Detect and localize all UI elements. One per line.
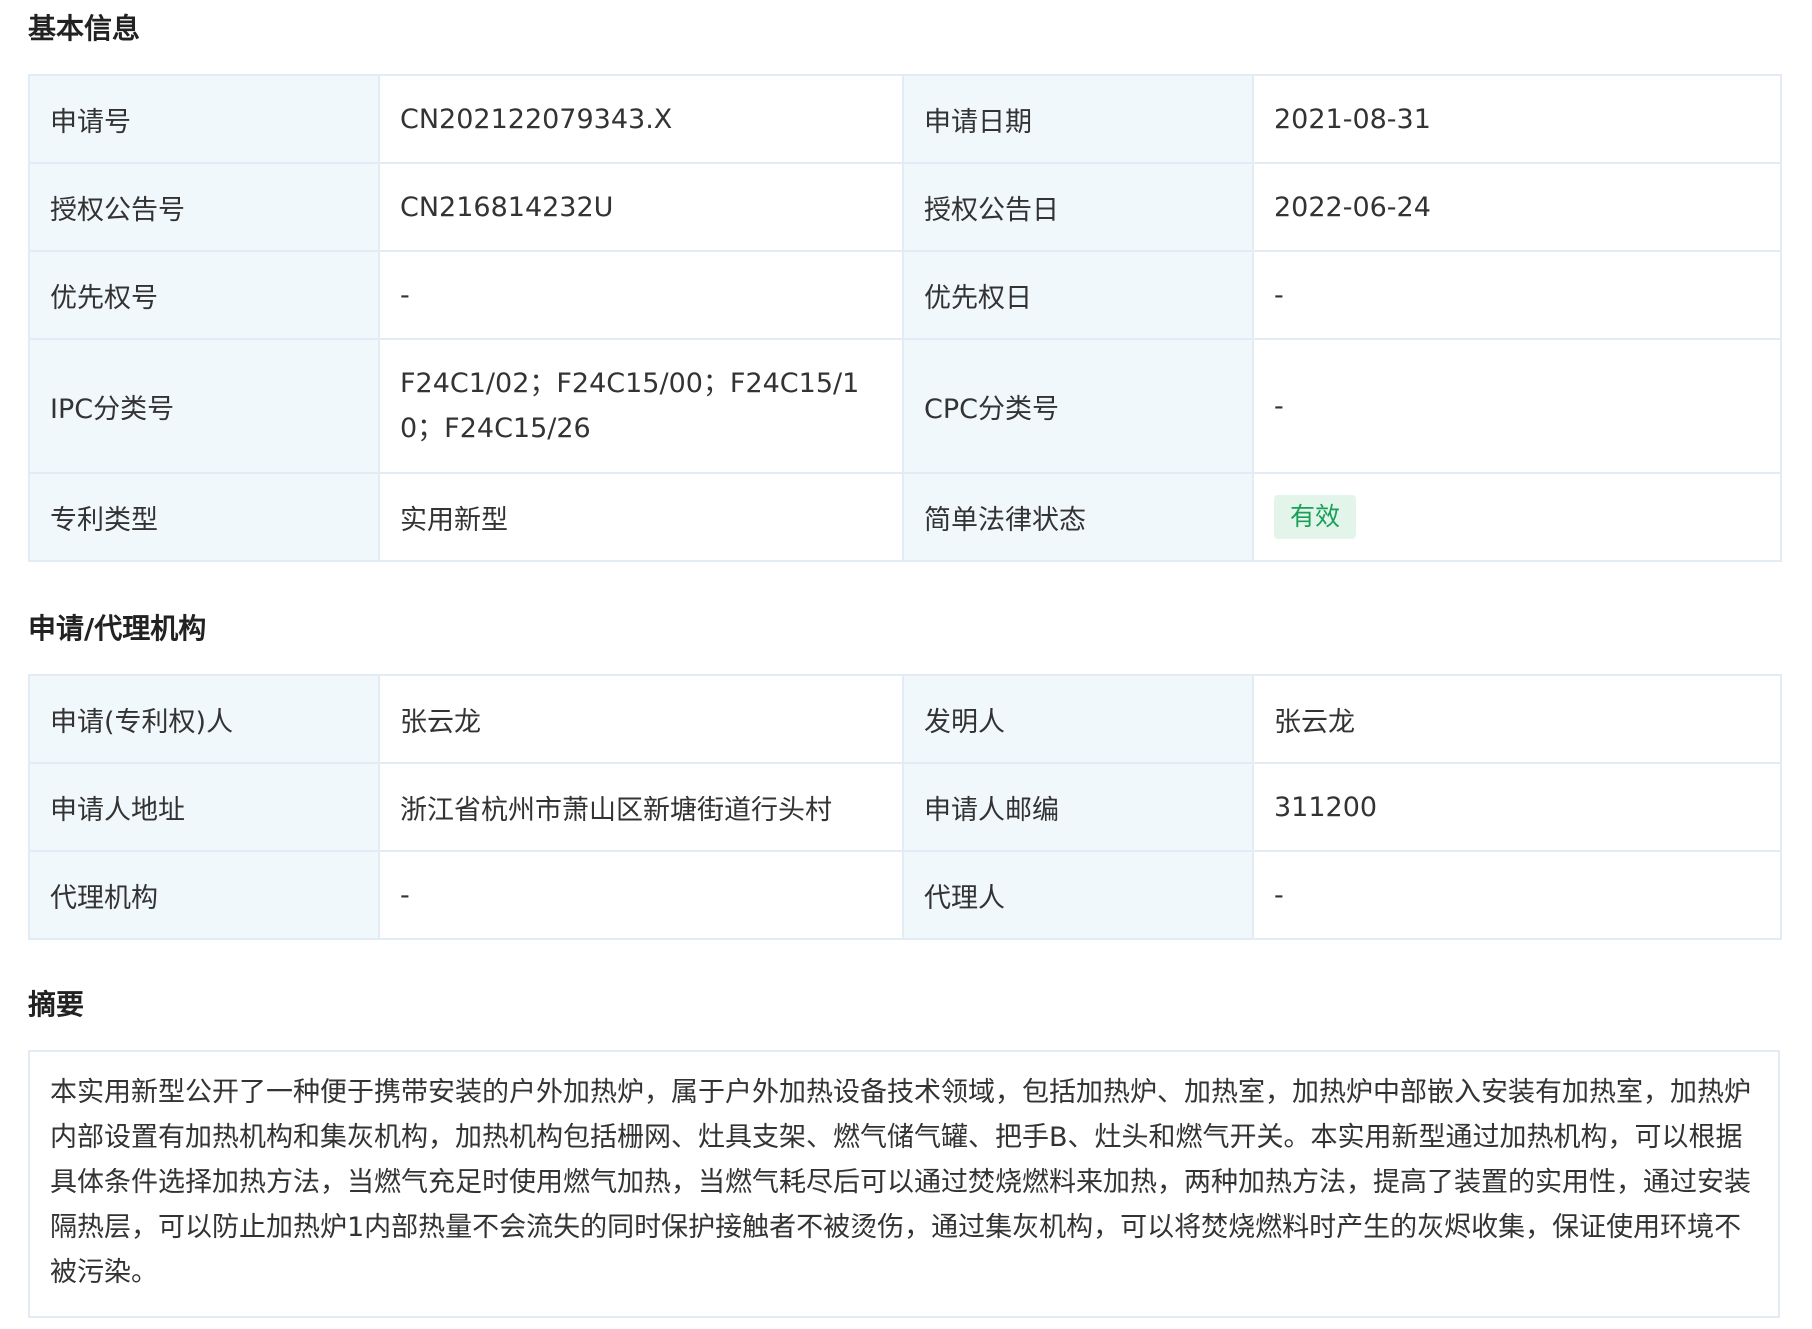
label-priority-number: 优先权号	[28, 250, 380, 340]
table-row: 优先权号 - 优先权日 -	[28, 250, 1782, 340]
table-row: 授权公告号 CN216814232U 授权公告日 2022-06-24	[28, 162, 1782, 252]
value-patent-type: 实用新型	[378, 472, 904, 562]
value-application-date: 2021-08-31	[1252, 74, 1782, 164]
label-applicant: 申请(专利权)人	[28, 674, 380, 764]
label-applicant-address: 申请人地址	[28, 762, 380, 852]
label-legal-status: 简单法律状态	[902, 472, 1254, 562]
label-priority-date: 优先权日	[902, 250, 1254, 340]
table-row: 专利类型 实用新型 简单法律状态 有效	[28, 472, 1782, 562]
label-cpc-class: CPC分类号	[902, 338, 1254, 474]
value-priority-number: -	[378, 250, 904, 340]
value-applicant-postcode: 311200	[1252, 762, 1782, 852]
label-grant-publication-date: 授权公告日	[902, 162, 1254, 252]
label-patent-type: 专利类型	[28, 472, 380, 562]
section-title-agency: 申请/代理机构	[28, 612, 207, 645]
table-row: 申请(专利权)人 张云龙 发明人 张云龙	[28, 674, 1782, 764]
agency-table: 申请(专利权)人 张云龙 发明人 张云龙 申请人地址 浙江省杭州市萧山区新塘街道…	[28, 674, 1782, 940]
label-application-number: 申请号	[28, 74, 380, 164]
table-row: 代理机构 - 代理人 -	[28, 850, 1782, 940]
label-grant-publication-number: 授权公告号	[28, 162, 380, 252]
value-legal-status-cell: 有效	[1252, 472, 1782, 562]
label-application-date: 申请日期	[902, 74, 1254, 164]
table-row: 申请号 CN202122079343.X 申请日期 2021-08-31	[28, 74, 1782, 164]
value-grant-publication-number: CN216814232U	[378, 162, 904, 252]
label-agent: 代理人	[902, 850, 1254, 940]
table-row: IPC分类号 F24C1/02；F24C15/00；F24C15/10；F24C…	[28, 338, 1782, 474]
value-cpc-class: -	[1252, 338, 1782, 474]
basic-info-table: 申请号 CN202122079343.X 申请日期 2021-08-31 授权公…	[28, 74, 1782, 562]
value-application-number: CN202122079343.X	[378, 74, 904, 164]
label-inventor: 发明人	[902, 674, 1254, 764]
value-ipc-class: F24C1/02；F24C15/00；F24C15/10；F24C15/26	[378, 338, 904, 474]
value-agent: -	[1252, 850, 1782, 940]
section-title-basic-info: 基本信息	[28, 12, 141, 45]
abstract-text: 本实用新型公开了一种便于携带安装的户外加热炉，属于户外加热设备技术领域，包括加热…	[28, 1050, 1780, 1318]
value-grant-publication-date: 2022-06-24	[1252, 162, 1782, 252]
section-title-abstract: 摘要	[28, 988, 85, 1021]
value-priority-date: -	[1252, 250, 1782, 340]
label-applicant-postcode: 申请人邮编	[902, 762, 1254, 852]
status-badge: 有效	[1274, 495, 1357, 539]
label-agency: 代理机构	[28, 850, 380, 940]
value-inventor: 张云龙	[1252, 674, 1782, 764]
value-applicant: 张云龙	[378, 674, 904, 764]
label-ipc-class: IPC分类号	[28, 338, 380, 474]
value-agency: -	[378, 850, 904, 940]
table-row: 申请人地址 浙江省杭州市萧山区新塘街道行头村 申请人邮编 311200	[28, 762, 1782, 852]
value-applicant-address: 浙江省杭州市萧山区新塘街道行头村	[378, 762, 904, 852]
